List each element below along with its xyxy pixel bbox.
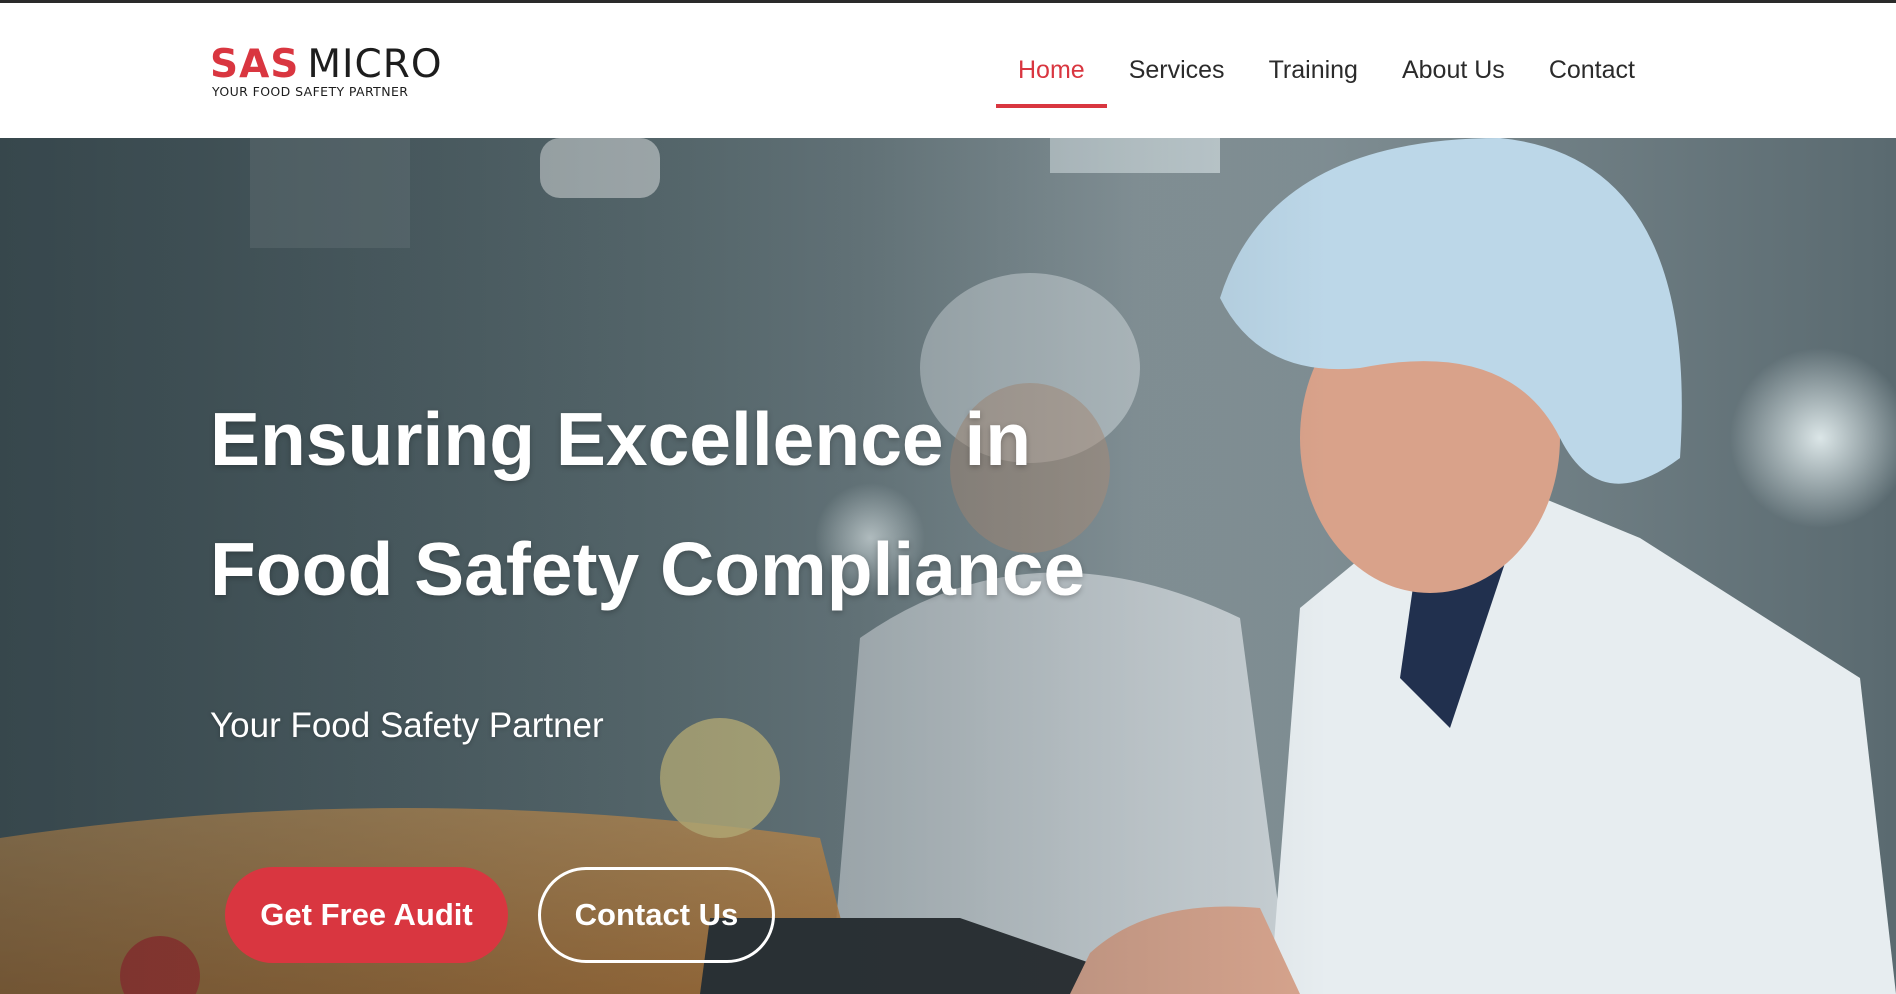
logo-sas-text: SAS xyxy=(210,42,300,87)
hero-section: Ensuring Excellence in Food Safety Compl… xyxy=(0,138,1896,994)
logo-micro-text: MICRO xyxy=(307,42,443,87)
hero-title-line-2: Food Safety Compliance xyxy=(210,527,1086,611)
nav-item-training[interactable]: Training xyxy=(1247,3,1380,138)
hero-title: Ensuring Excellence in Food Safety Compl… xyxy=(210,374,1210,634)
site-header: SAS MICRO YOUR FOOD SAFETY PARTNER Home S… xyxy=(0,3,1896,138)
logo-wordmark: SAS MICRO xyxy=(210,45,460,85)
main-nav: Home Services Training About Us Contact xyxy=(996,3,1657,138)
get-free-audit-button[interactable]: Get Free Audit xyxy=(225,867,508,963)
brand-logo[interactable]: SAS MICRO YOUR FOOD SAFETY PARTNER xyxy=(210,45,460,105)
nav-item-services[interactable]: Services xyxy=(1107,3,1247,138)
nav-item-home[interactable]: Home xyxy=(996,3,1107,138)
contact-us-button[interactable]: Contact Us xyxy=(538,867,775,963)
hero-subtitle: Your Food Safety Partner xyxy=(210,706,604,745)
nav-item-about-us[interactable]: About Us xyxy=(1380,3,1527,138)
hero-title-line-1: Ensuring Excellence in xyxy=(210,397,1032,481)
nav-item-contact[interactable]: Contact xyxy=(1527,3,1657,138)
